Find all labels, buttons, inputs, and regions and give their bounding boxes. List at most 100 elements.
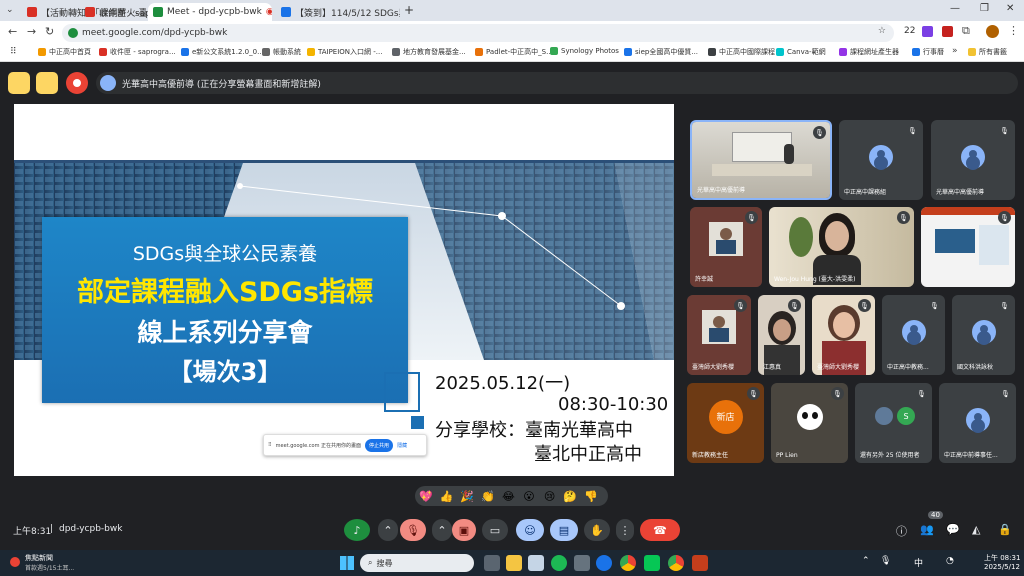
participant-tile[interactable]: 🎙 江惠真 [758,295,805,375]
presenter-banner[interactable]: 光華高中高優前導 (正在分享螢幕畫面和新增註解) [96,72,1018,94]
line-icon[interactable] [644,555,660,571]
reaction-emoji[interactable]: 😂 [500,490,516,503]
bookmark-item[interactable]: 課程網址產生器 [839,47,899,57]
edge-icon[interactable] [596,555,612,571]
apps-icon[interactable]: ⠿ [10,47,17,57]
mic-off-button[interactable]: 🎙 [400,519,426,541]
maximize-icon[interactable]: ❐ [980,3,989,14]
spotify-icon[interactable] [551,555,567,571]
mic-options-button[interactable]: ⌃ [378,519,398,541]
ime-indicator[interactable]: 中 [914,556,923,569]
participant-tile[interactable]: 🎙 臺灣師大劉秀櫻 [687,295,751,375]
tab-3[interactable]: 【簽到】114/5/12 SDGs與全 × [276,3,400,21]
host-controls-icon[interactable]: 🔒 [998,523,1012,536]
weather-icon[interactable] [10,557,20,567]
extension-icon[interactable] [942,26,953,37]
tray-overflow-icon[interactable]: ⌃ [862,556,870,566]
participant-tile[interactable]: 🎙 中正高中前導事任... [939,383,1016,463]
reaction-emoji[interactable]: 🤔 [562,490,578,503]
participant-tile[interactable]: 🎙 國文科洪詠秋 [952,295,1015,375]
network-icon[interactable]: ◔ [946,556,954,566]
camera-off-button[interactable]: ▣ [452,519,476,541]
people-icon[interactable]: 👥 [920,523,934,536]
participant-tile[interactable]: 🎙 中正高中教務... [882,295,945,375]
more-options-button[interactable]: ⋮ [616,519,634,541]
search-box[interactable]: ⌕ 搜尋 [360,554,474,572]
bookmark-item[interactable]: 收件匣 - saprogra... [99,47,176,57]
bookmark-item[interactable]: Padlet-中正高中_S... [475,47,553,57]
audio-level-button[interactable]: ♪ [344,519,370,541]
bookmark-item[interactable]: siep全國高中優質... [624,47,698,57]
present-button[interactable]: ▤ [550,519,578,541]
activities-icon[interactable] [36,72,58,94]
participant-tile[interactable]: 🎙 光華高中高優前導 [690,120,832,200]
task-view-icon[interactable] [484,555,500,571]
reaction-emoji[interactable]: 😢 [542,490,558,503]
participant-tile[interactable]: 🎙 [921,207,1015,287]
bookmark-item[interactable]: Canva-範網 [776,47,826,57]
bookmark-item[interactable]: e新公文系統1.2.0_0... [181,47,264,57]
new-tab-button[interactable]: + [404,3,414,17]
bookmark-item[interactable]: TAIPEION入口網 -... [307,47,382,57]
reaction-emoji[interactable]: 💖 [418,490,434,503]
minimize-icon[interactable]: — [950,3,960,14]
reaction-emoji[interactable]: 👎 [583,490,599,503]
app-icon[interactable] [528,555,544,571]
activities-icon[interactable]: ◭ [972,523,980,536]
more-bookmarks-icon[interactable]: » [952,46,958,56]
star-icon[interactable]: ☆ [878,26,886,36]
hide-popup-button[interactable]: 隱藏 [397,442,407,449]
leave-call-button[interactable]: ☎ [640,519,680,541]
tab-list-chevron-icon[interactable]: ⌄ [6,5,14,15]
avatar[interactable] [986,25,999,38]
info-icon[interactable]: ⓘ [896,523,907,539]
puzzle-icon[interactable]: ⧉ [962,24,970,38]
bookmark-item[interactable]: 帳動系統 [262,47,301,57]
bookmark-item[interactable]: 中正高中首頁 [38,47,91,57]
participant-tile[interactable]: S 🎙 還有另外 25 位使用者 [855,383,932,463]
chrome-icon[interactable] [620,555,636,571]
close-window-icon[interactable]: ✕ [1006,3,1014,14]
drag-handle-icon[interactable]: ⠿ [268,442,272,448]
reaction-emoji[interactable]: 😮 [521,490,537,503]
reaction-emoji[interactable]: 🎉 [459,490,475,503]
recording-icon[interactable] [66,72,88,94]
profile-count[interactable]: 22 [904,26,915,36]
participant-tile[interactable]: 🎙 Wen-Jou Hung (臺大-洪雯柔) [769,207,914,287]
reaction-emoji[interactable]: 👏 [480,490,496,503]
all-bookmarks-folder[interactable]: 所有書籤 [968,47,1007,57]
notes-icon[interactable] [8,72,30,94]
bookmark-item[interactable]: 地方教育發展基金... [392,47,466,57]
reload-icon[interactable]: ↻ [45,25,54,38]
news-title[interactable]: 焦點新聞 [25,553,53,563]
participant-tile[interactable]: 🎙 PP Lien [771,383,848,463]
participant-tile[interactable]: 🎙 中正高中課務組 [839,120,923,200]
site-info-icon[interactable] [68,28,78,38]
raise-hand-button[interactable]: ✋ [584,519,610,541]
participant-tile[interactable]: 🎙 臺灣師大劉秀櫻 [812,295,875,375]
emoji-button[interactable]: ☺ [516,519,544,541]
powerpoint-icon[interactable] [692,555,708,571]
reaction-emoji[interactable]: 👍 [439,490,455,503]
clock-time[interactable]: 上午 08:31 [984,553,1020,563]
stop-sharing-button[interactable]: 停止共用 [365,438,394,452]
bookmark-item[interactable]: Synology Photos [550,47,619,55]
bookmark-item[interactable]: 行事曆 [912,47,944,57]
forward-icon[interactable]: → [27,25,36,38]
file-explorer-icon[interactable] [506,555,522,571]
participant-tile[interactable]: 新店 🎙 新店教務主任 [687,383,764,463]
captions-button[interactable]: ▭ [482,519,508,541]
url-input[interactable]: meet.google.com/dpd-ycpb-bwk ☆ [62,24,894,42]
participant-tile[interactable]: 🎙 許幸誠 [690,207,762,287]
menu-icon[interactable]: ⋮ [1008,24,1019,37]
bookmark-item[interactable]: 中正高中國際課程 [708,47,775,57]
start-icon[interactable] [340,556,354,570]
calculator-icon[interactable] [574,555,590,571]
participant-tile[interactable]: 🎙 光華高中高優前導 [931,120,1015,200]
camera-options-button[interactable]: ⌃ [432,519,452,541]
tab-2[interactable]: Meet - dpd-ycpb-bwk ◉ × [148,3,272,21]
chrome-profile-icon[interactable] [668,555,684,571]
extension-icon[interactable] [922,26,933,37]
back-icon[interactable]: ← [8,25,17,38]
chat-icon[interactable]: 💬 [946,523,960,536]
